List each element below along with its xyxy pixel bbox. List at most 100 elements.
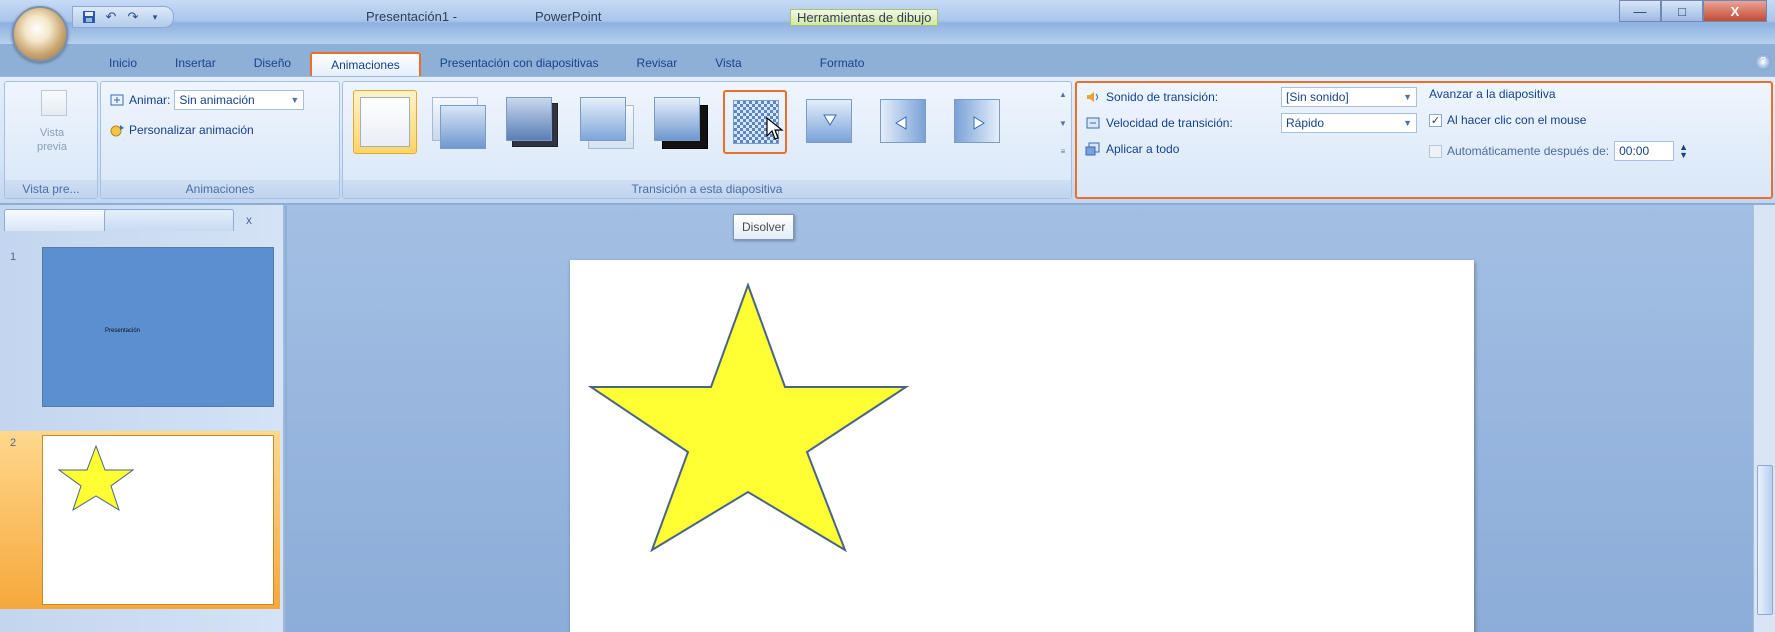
animate-icon [109, 92, 125, 108]
slide-thumbnail-2-selected[interactable]: 2 [0, 431, 280, 609]
gallery-more-icon[interactable]: ≡ [1057, 147, 1069, 156]
ribbon-tabs: Inicio Insertar Diseño Animaciones Prese… [90, 52, 883, 76]
group-transitions: ▲ ▼ ≡ Transición a esta diapositiva [342, 81, 1072, 199]
group-label-animations: Animaciones [101, 180, 339, 198]
star-thumbnail-icon [57, 444, 135, 512]
tab-vista[interactable]: Vista [696, 52, 760, 76]
animate-label: Animar: [129, 93, 171, 107]
animate-dropdown-value: Sin animación [179, 93, 255, 107]
slide-number: 2 [10, 437, 17, 449]
apply-all-icon [1085, 141, 1101, 157]
undo-icon[interactable]: ↶ [103, 9, 119, 25]
quick-access-toolbar: ↶ ↷ ▾ [72, 6, 174, 28]
sound-icon [1085, 89, 1101, 105]
star-shape[interactable] [570, 260, 1474, 632]
window-controls: — □ X [1619, 0, 1767, 22]
help-icon[interactable]: ? [1755, 54, 1771, 70]
gallery-down-icon[interactable]: ▼ [1057, 119, 1069, 128]
tooltip: Disolver [733, 214, 795, 240]
slide-thumbnail-2[interactable] [42, 435, 274, 605]
group-label-transitions: Transición a esta diapositiva [343, 180, 1071, 198]
tab-inicio[interactable]: Inicio [90, 52, 156, 76]
redo-icon[interactable]: ↷ [125, 9, 141, 25]
current-slide[interactable] [570, 260, 1474, 632]
title-bar: ↶ ↷ ▾ Presentación1 - PowerPoint Herrami… [0, 0, 1775, 44]
vertical-scrollbar[interactable] [1753, 205, 1775, 632]
preview-icon[interactable] [41, 90, 67, 116]
custom-animation-button[interactable]: Personalizar animación [109, 122, 254, 138]
auto-advance-checkbox[interactable] [1429, 144, 1442, 158]
custom-animation-label: Personalizar animación [129, 123, 254, 137]
chevron-down-icon: ▼ [1403, 92, 1412, 102]
advance-label: Avanzar a la diapositiva [1429, 87, 1556, 101]
animate-row: Animar: Sin animación ▼ [109, 90, 305, 110]
tab-diseno[interactable]: Diseño [235, 52, 310, 76]
chevron-down-icon: ▼ [290, 95, 300, 105]
group-label-preview: Vista pre... [5, 180, 97, 198]
transition-wipe-right[interactable] [945, 90, 1009, 154]
tab-formato[interactable]: Formato [801, 52, 884, 76]
preview-label-line1: Vista [39, 127, 65, 139]
tab-animaciones[interactable]: Animaciones [310, 52, 421, 76]
save-icon[interactable] [81, 9, 97, 25]
speed-dropdown[interactable]: Rápido ▼ [1281, 113, 1417, 133]
close-button[interactable]: X [1703, 0, 1767, 22]
minimize-button[interactable]: — [1619, 0, 1661, 22]
tab-insertar[interactable]: Insertar [156, 52, 235, 76]
auto-advance-time-value: 00:00 [1619, 144, 1650, 158]
spinner-icon[interactable]: ▲ ▼ [1679, 143, 1688, 160]
tab-presentacion[interactable]: Presentación con diapositivas [421, 52, 618, 76]
transition-cut-black[interactable] [649, 90, 713, 154]
on-click-label: Al hacer clic con el mouse [1447, 113, 1587, 127]
gallery-scroll[interactable]: ▲ ▼ ≡ [1057, 90, 1069, 156]
auto-advance-time-input[interactable]: 00:00 [1614, 141, 1675, 161]
group-preview: Vista previa Vista pre... [4, 81, 98, 199]
advance-heading: Avanzar a la diapositiva [1429, 87, 1556, 101]
slide-thumbnail-1[interactable]: Presentación [42, 247, 274, 407]
slides-pane: x 1 Presentación 2 [0, 205, 285, 632]
app-name: PowerPoint [535, 9, 602, 24]
custom-animation-icon [109, 122, 125, 138]
auto-advance-label: Automáticamente después de: [1447, 144, 1610, 158]
chevron-down-icon: ▼ [1403, 118, 1412, 128]
customize-qat-icon[interactable]: ▾ [147, 9, 163, 25]
ribbon: Vista previa Vista pre... Animar: Sin an… [0, 76, 1775, 204]
on-click-checkbox[interactable]: ✓ [1429, 113, 1442, 127]
transition-wipe-down[interactable] [797, 90, 861, 154]
speed-icon [1085, 115, 1101, 131]
transition-fade-smooth[interactable] [427, 90, 491, 154]
maximize-button[interactable]: □ [1661, 0, 1703, 22]
sound-label: Sonido de transición: [1106, 90, 1219, 104]
transition-fade-black[interactable] [501, 90, 565, 154]
apply-all-button[interactable]: Aplicar a todo [1085, 141, 1179, 157]
animate-dropdown[interactable]: Sin animación ▼ [174, 90, 305, 110]
mouse-cursor-icon [766, 116, 784, 140]
tab-slides[interactable] [4, 209, 114, 231]
transition-wipe-left[interactable] [871, 90, 935, 154]
preview-label-line2: previa [37, 141, 67, 153]
gallery-up-icon[interactable]: ▲ [1057, 90, 1069, 99]
speed-dropdown-value: Rápido [1286, 116, 1325, 130]
drawing-tools-context: Herramientas de dibujo [790, 9, 939, 26]
transition-cut[interactable] [575, 90, 639, 154]
slide-number: 1 [10, 251, 17, 263]
speed-label: Velocidad de transición: [1106, 116, 1233, 130]
pane-tabs: x [4, 209, 274, 231]
slide-canvas-area [287, 205, 1753, 632]
office-button[interactable] [12, 6, 68, 62]
tab-revisar[interactable]: Revisar [618, 52, 697, 76]
close-pane-icon[interactable]: x [246, 213, 252, 227]
group-animations: Animar: Sin animación ▼ Personalizar ani… [100, 81, 340, 199]
tab-outline[interactable] [104, 209, 234, 231]
speed-row: Velocidad de transición: Rápido ▼ [1085, 113, 1417, 133]
transition-gallery [353, 90, 1009, 154]
sound-dropdown[interactable]: [Sin sonido] ▼ [1281, 87, 1417, 107]
preview-button-label[interactable]: Vista previa [5, 126, 99, 154]
group-transition-options: Sonido de transición: [Sin sonido] ▼ Vel… [1075, 81, 1773, 199]
auto-advance-option: Automáticamente después de: 00:00 ▲ ▼ [1429, 141, 1688, 161]
sound-dropdown-value: [Sin sonido] [1286, 90, 1349, 104]
on-click-option[interactable]: ✓ Al hacer clic con el mouse [1429, 113, 1586, 127]
transition-none[interactable] [353, 90, 417, 154]
slide-1-title: Presentación [105, 328, 141, 334]
scrollbar-thumb[interactable] [1757, 465, 1773, 615]
